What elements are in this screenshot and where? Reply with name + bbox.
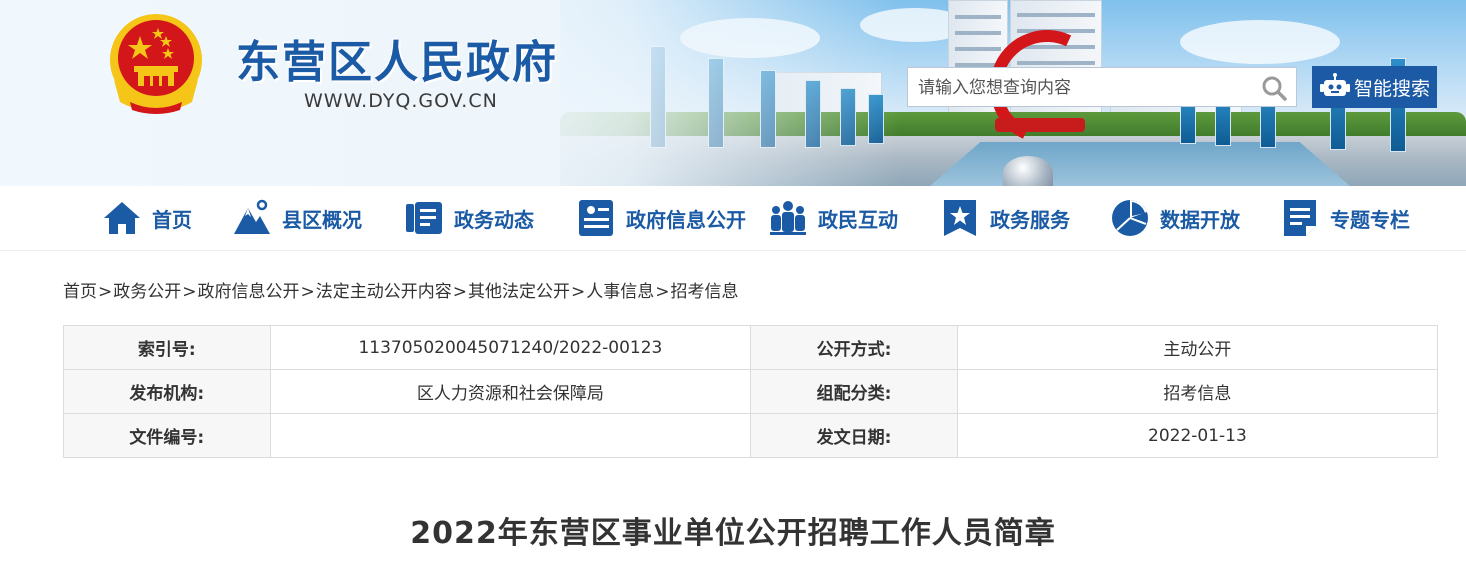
robot-icon xyxy=(1320,73,1350,96)
breadcrumb-separator: > xyxy=(571,282,586,302)
search-input[interactable] xyxy=(916,68,1250,108)
nav-item-interaction[interactable]: 政民互动 xyxy=(768,186,898,250)
table-row: 文件编号: 发文日期: 2022-01-13 xyxy=(63,413,1439,458)
pie-chart-icon xyxy=(1112,199,1148,236)
document-info-table: 索引号: 113705020045071240/2022-00123 公开方式:… xyxy=(63,325,1439,458)
breadcrumb-link[interactable]: 政府信息公开 xyxy=(198,282,300,302)
nav-item-services[interactable]: 政务服务 xyxy=(940,186,1070,250)
nav-label: 首页 xyxy=(152,207,192,232)
national-emblem-icon xyxy=(110,14,202,114)
notepad-icon xyxy=(1284,200,1316,236)
nav-label: 政民互动 xyxy=(818,207,898,232)
star-bookmark-icon xyxy=(944,200,976,236)
nav-label: 数据开放 xyxy=(1160,207,1240,232)
index-label: 索引号: xyxy=(63,325,271,370)
breadcrumb-separator: > xyxy=(182,282,197,302)
nav-item-home[interactable]: 首页 xyxy=(102,186,192,250)
people-icon xyxy=(770,201,806,235)
site-title: 东营区人民政府 xyxy=(236,37,558,88)
breadcrumb-link[interactable]: 政务公开 xyxy=(113,282,181,302)
breadcrumb-link[interactable]: 人事信息 xyxy=(586,282,654,302)
search-icon[interactable] xyxy=(1260,74,1288,102)
nav-item-gov-info[interactable]: 政府信息公开 xyxy=(576,186,746,250)
issue-date-value: 2022-01-13 xyxy=(956,413,1439,458)
header-banner: 东营区人民政府 WWW.DYQ.GOV.CN 智能搜索 xyxy=(0,0,1466,186)
nav-label: 政务服务 xyxy=(990,207,1070,232)
breadcrumb-link[interactable]: 首页 xyxy=(63,282,97,302)
open-mode-value: 主动公开 xyxy=(956,325,1439,370)
category-value: 招考信息 xyxy=(956,369,1439,414)
open-mode-label: 公开方式: xyxy=(750,325,958,370)
breadcrumb-separator: > xyxy=(655,282,670,302)
nav-label: 政府信息公开 xyxy=(626,207,746,232)
breadcrumb-link[interactable]: 其他法定公开 xyxy=(468,282,570,302)
doc-number-label: 文件编号: xyxy=(63,413,271,458)
smart-search-label: 智能搜索 xyxy=(1354,77,1431,100)
issuer-label: 发布机构: xyxy=(63,369,271,414)
mountain-icon xyxy=(234,199,270,234)
site-url: WWW.DYQ.GOV.CN xyxy=(304,90,498,112)
doc-number-value xyxy=(269,413,752,458)
search-box xyxy=(907,67,1297,108)
issue-date-label: 发文日期: xyxy=(750,413,958,458)
news-icon xyxy=(406,202,442,234)
issuer-value: 区人力资源和社会保障局 xyxy=(269,369,752,414)
home-icon xyxy=(104,202,140,234)
smart-search-button[interactable]: 智能搜索 xyxy=(1312,66,1437,108)
breadcrumb-separator: > xyxy=(452,282,467,302)
nav-label: 政务动态 xyxy=(454,207,534,232)
breadcrumb-link[interactable]: 法定主动公开内容 xyxy=(316,282,452,302)
main-nav: 首页 县区概况 政务动态 政府信息公开 政民互动 政务服务 数据开放 专题专栏 xyxy=(0,186,1466,251)
nav-item-news[interactable]: 政务动态 xyxy=(404,186,534,250)
breadcrumb-separator: > xyxy=(300,282,315,302)
category-label: 组配分类: xyxy=(750,369,958,414)
breadcrumb: 首页>政务公开>政府信息公开>法定主动公开内容>其他法定公开>人事信息>招考信息 xyxy=(63,277,739,302)
breadcrumb-link[interactable]: 招考信息 xyxy=(671,282,739,302)
table-row: 索引号: 113705020045071240/2022-00123 公开方式:… xyxy=(63,325,1439,370)
nav-label: 县区概况 xyxy=(282,207,362,232)
nav-item-overview[interactable]: 县区概况 xyxy=(232,186,362,250)
breadcrumb-separator: > xyxy=(98,282,113,302)
nav-label: 专题专栏 xyxy=(1330,207,1410,232)
article-title: 2022年东营区事业单位公开招聘工作人员简章 xyxy=(410,516,1056,551)
nav-item-data[interactable]: 数据开放 xyxy=(1110,186,1240,250)
index-value: 113705020045071240/2022-00123 xyxy=(269,325,752,370)
table-row: 发布机构: 区人力资源和社会保障局 组配分类: 招考信息 xyxy=(63,369,1439,414)
document-icon xyxy=(579,200,613,236)
nav-item-topics[interactable]: 专题专栏 xyxy=(1280,186,1410,250)
